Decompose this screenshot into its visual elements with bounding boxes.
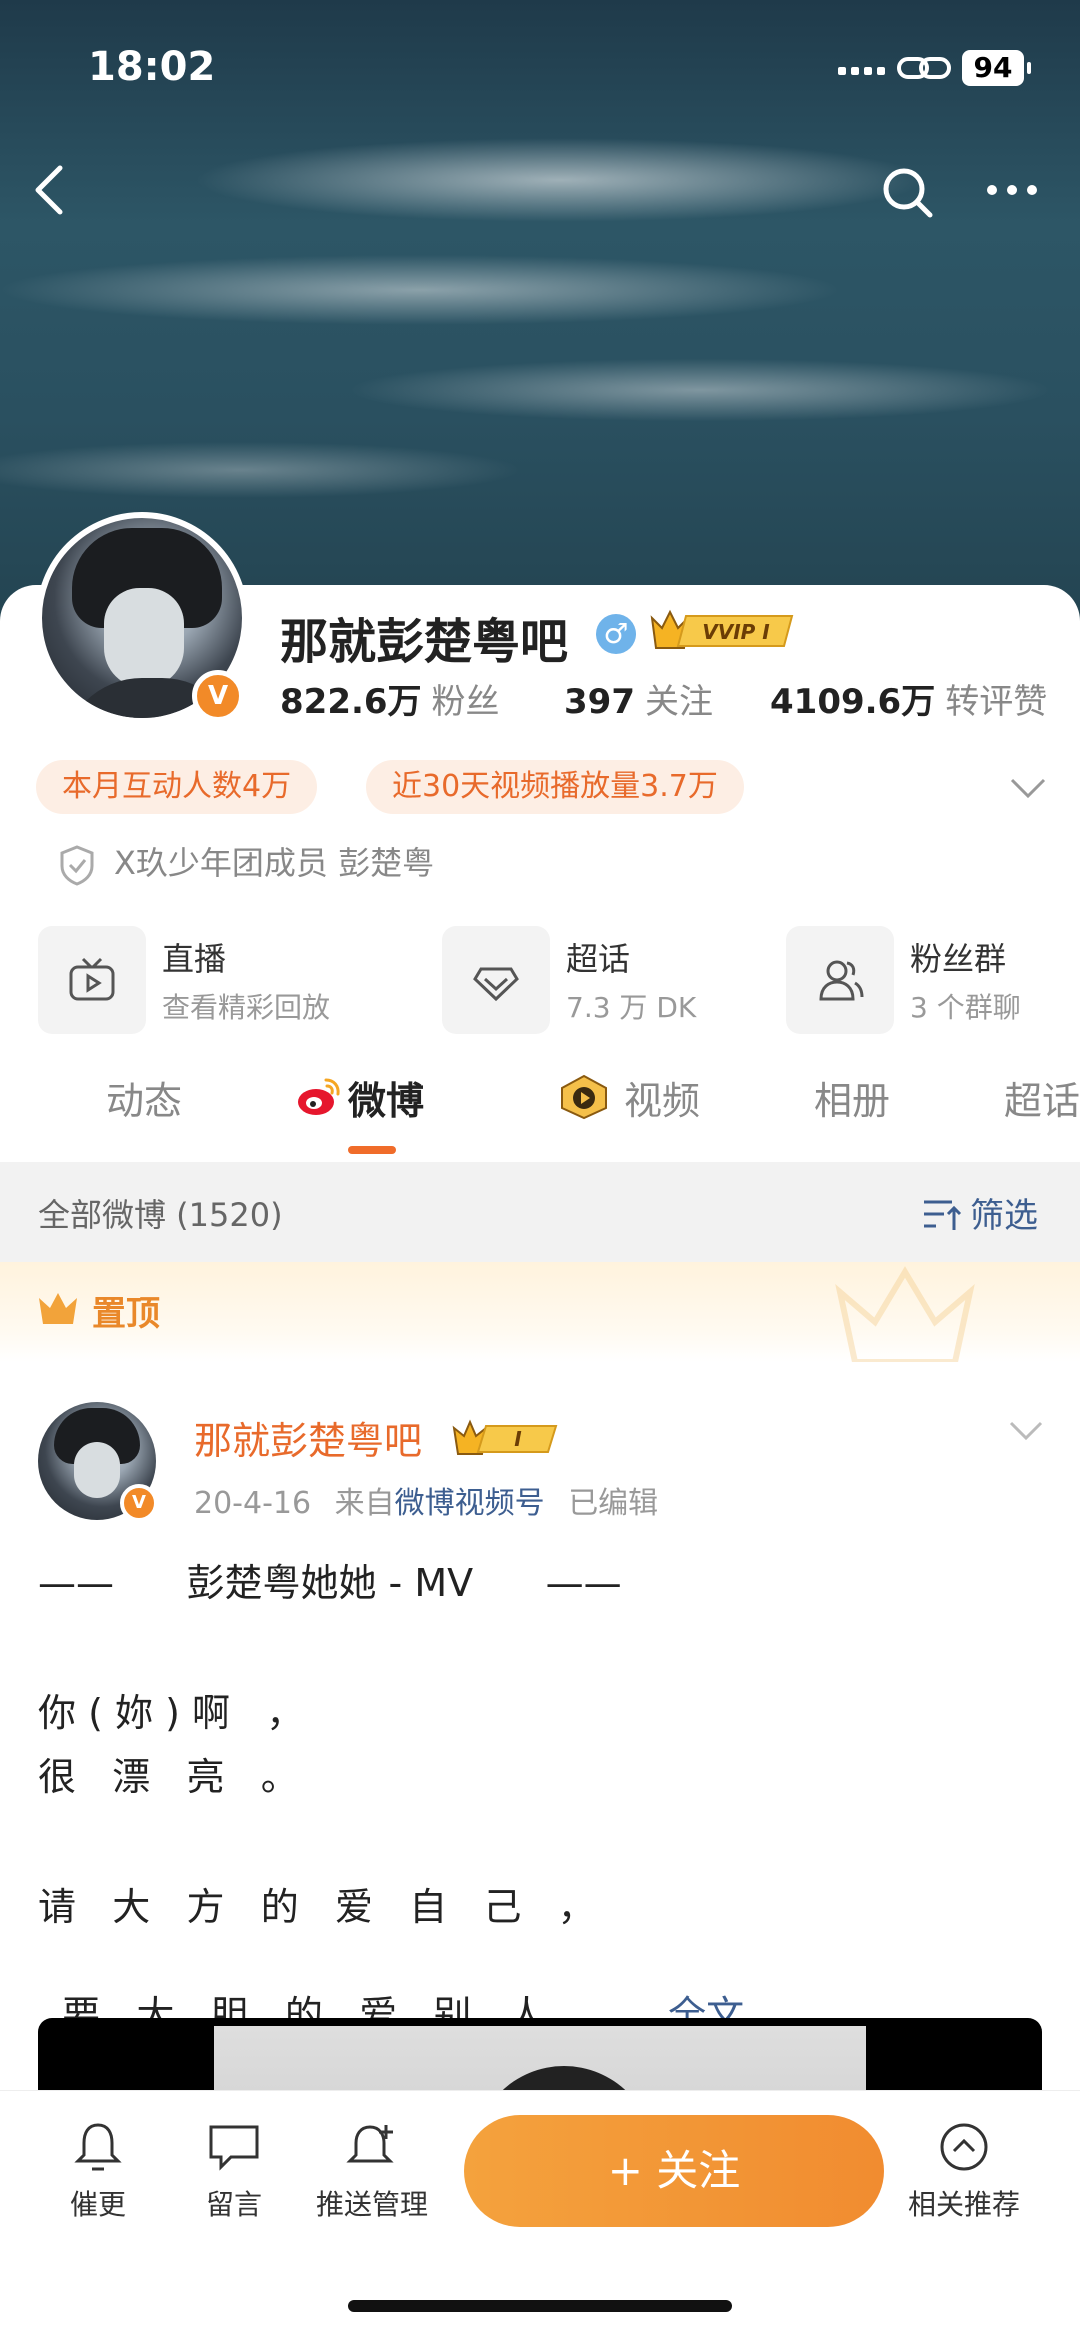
tab-supertopic[interactable]: 超话 [1004,1070,1080,1125]
bottom-item-label: 催更 [70,2188,127,2221]
chevron-up-circle-icon [940,2123,988,2171]
entry-subtitle: 7.3 万 DK [566,991,697,1024]
shield-icon [60,845,94,886]
member-badge-text: I [514,1427,522,1451]
entry-title: 粉丝群 [910,940,1007,978]
bottom-item-label: 相关推荐 [908,2188,1021,2221]
filter-bar: 全部微博 (1520) 筛选 [0,1162,1080,1262]
bottom-item-label: 留言 [206,2188,263,2221]
weibo-logo-icon [298,1078,340,1115]
post-line: 你 ( 妳 ) 啊 ， [38,1691,305,1735]
male-icon: ♂ [596,614,636,654]
post-line: —— 彭楚粤她她 - MV —— [38,1561,622,1605]
stat-label: 转评赞 [945,682,1048,722]
stat-value: 397 [564,682,635,722]
profile-tabs: 动态 微博 视频 相册 超话 [0,1050,1080,1160]
entry-subtitle: 查看精彩回放 [162,991,331,1024]
member-line-text: X玖少年团成员 彭楚粤 [114,844,435,882]
tab-video[interactable]: 视频 [624,1070,700,1125]
chevron-down-icon[interactable] [1008,776,1048,800]
active-tab-indicator [348,1146,396,1154]
stat-value: 4109.6万 [770,682,936,722]
member-badge[interactable]: I [452,1418,562,1458]
tab-feed[interactable]: 动态 [106,1070,182,1125]
push-settings-button[interactable]: 推送管理 [316,2121,428,2223]
diamond-icon [442,926,550,1034]
pinned-label: 置顶 [92,1294,160,1334]
filter-button[interactable]: 筛选 [970,1188,1038,1237]
home-indicator[interactable] [348,2300,732,2312]
entry-title: 直播 [162,940,227,978]
all-posts-count[interactable]: 全部微博 (1520) [38,1190,283,1236]
group-icon [786,926,894,1034]
filter-icon [924,1200,962,1230]
message-button[interactable]: 留言 [206,2121,262,2223]
interaction-pill[interactable]: 本月互动人数4万 [36,760,318,814]
post-line: 请 大 方 的 爱 自 己 ， [38,1885,596,1929]
vvip-badge-text: VVIP I [702,620,770,644]
link-icon [897,57,951,79]
stat-label: 粉丝 [431,682,500,722]
back-icon[interactable] [30,160,70,220]
post-author[interactable]: 那就彭楚粤吧 [194,1410,422,1465]
stat-value: 822.6万 [280,682,422,722]
search-icon[interactable] [880,165,936,221]
pinned-banner: 置顶 [0,1262,1080,1362]
stat-label: 关注 [644,682,713,722]
post-from: 来自 [334,1486,395,1521]
vvip-badge[interactable]: VVIP I [648,608,798,654]
more-icon[interactable] [982,170,1042,210]
post-edited: 已编辑 [568,1486,659,1521]
crown-decoration-icon [835,1266,975,1362]
video-badge-icon [561,1074,607,1120]
post-meta: 20-4-16 来自微博视频号 已编辑 [194,1478,658,1522]
post-line: 很 漂 亮 。 [38,1755,299,1799]
verified-icon: V [120,1484,158,1522]
post-date: 20-4-16 [194,1486,312,1521]
status-time: 18:02 [88,44,216,90]
urge-update-button[interactable]: 催更 [70,2121,126,2223]
message-icon [209,2125,259,2171]
stat-reposts-likes[interactable]: 4109.6万 转评赞 [770,674,1047,723]
bell-plus-icon [346,2125,394,2163]
stat-following[interactable]: 397 关注 [564,674,713,723]
video-views-pill[interactable]: 近30天视频播放量3.7万 [366,760,744,814]
member-line[interactable]: X玖少年团成员 彭楚粤 [58,838,434,886]
status-bar: 18:02 94 [0,0,1080,130]
bell-icon [74,2123,122,2171]
stat-followers[interactable]: 822.6万 粉丝 [280,674,500,723]
post-source[interactable]: 微博视频号 [395,1486,545,1521]
profile-name: 那就彭楚粤吧 [280,614,569,670]
tab-album[interactable]: 相册 [814,1070,890,1125]
signal-icon [838,60,890,79]
crown-icon [39,1293,77,1324]
chevron-down-icon[interactable] [1008,1420,1044,1442]
entry-subtitle: 3 个群聊 [910,991,1021,1024]
verified-icon: V [192,670,244,722]
bottom-item-label: 推送管理 [316,2188,429,2221]
entry-title: 超话 [566,940,631,978]
tab-weibo[interactable]: 微博 [348,1070,424,1125]
battery-indicator: 94 [962,50,1031,86]
tv-icon [38,926,146,1034]
follow-button[interactable]: + 关注 [464,2115,884,2227]
related-recommend-button[interactable]: 相关推荐 [908,2121,1020,2223]
